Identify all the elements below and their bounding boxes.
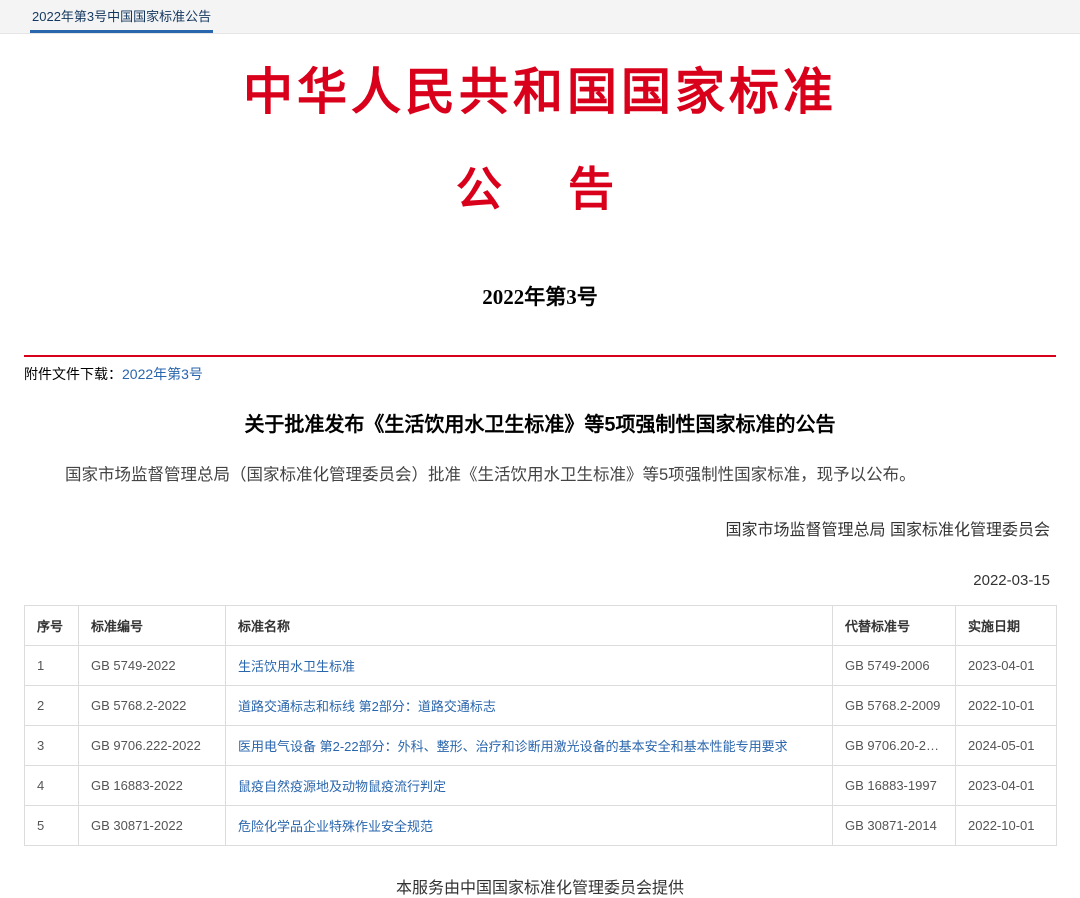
standard-link[interactable]: 道路交通标志和标线 第2部分：道路交通标志 bbox=[238, 699, 496, 714]
standard-link[interactable]: 医用电气设备 第2-22部分：外科、整形、治疗和诊断用激光设备的基本安全和基本性… bbox=[238, 739, 788, 754]
cell-effective: 2022-10-01 bbox=[956, 685, 1057, 725]
cell-replaces: GB 16883-1997 bbox=[833, 765, 956, 805]
cell-effective: 2023-04-01 bbox=[956, 765, 1057, 805]
announcement-page: 2022年第3号中国国家标准公告 中华人民共和国国家标准 公 告 2022年第3… bbox=[0, 0, 1080, 872]
cell-code: GB 16883-2022 bbox=[79, 765, 226, 805]
cell-seq: 2 bbox=[25, 685, 79, 725]
cell-seq: 4 bbox=[25, 765, 79, 805]
attachment-link[interactable]: 2022年第3号 bbox=[122, 366, 203, 382]
cell-name: 生活饮用水卫生标准 bbox=[226, 645, 833, 685]
cell-name: 危险化学品企业特殊作业安全规范 bbox=[226, 805, 833, 845]
footer-note: 本服务由中国国家标准化管理委员会提供 bbox=[0, 874, 1080, 898]
header-replaces: 代替标准号 bbox=[833, 605, 956, 645]
standard-link[interactable]: 危险化学品企业特殊作业安全规范 bbox=[238, 819, 433, 834]
attachment-row: 附件文件下载：2022年第3号 bbox=[24, 364, 1056, 384]
cell-seq: 1 bbox=[25, 645, 79, 685]
issue-number: 2022年第3号 bbox=[0, 281, 1080, 311]
header-seq: 序号 bbox=[25, 605, 79, 645]
cell-name: 医用电气设备 第2-22部分：外科、整形、治疗和诊断用激光设备的基本安全和基本性… bbox=[226, 725, 833, 765]
table-row: 5 GB 30871-2022 危险化学品企业特殊作业安全规范 GB 30871… bbox=[25, 805, 1057, 845]
cell-effective: 2022-10-01 bbox=[956, 805, 1057, 845]
publish-date: 2022-03-15 bbox=[0, 572, 1050, 589]
cell-replaces: GB 9706.20-2000 bbox=[833, 725, 956, 765]
standard-link[interactable]: 生活饮用水卫生标准 bbox=[238, 659, 355, 674]
cell-effective: 2024-05-01 bbox=[956, 725, 1057, 765]
table-row: 3 GB 9706.222-2022 医用电气设备 第2-22部分：外科、整形、… bbox=[25, 725, 1057, 765]
table-row: 1 GB 5749-2022 生活饮用水卫生标准 GB 5749-2006 20… bbox=[25, 645, 1057, 685]
header-effective: 实施日期 bbox=[956, 605, 1057, 645]
header-code: 标准编号 bbox=[79, 605, 226, 645]
cell-seq: 5 bbox=[25, 805, 79, 845]
standard-link[interactable]: 鼠疫自然疫源地及动物鼠疫流行判定 bbox=[238, 779, 446, 794]
tab-bar: 2022年第3号中国国家标准公告 bbox=[0, 0, 1080, 34]
tab-label: 2022年第3号中国国家标准公告 bbox=[32, 6, 211, 25]
cell-code: GB 5768.2-2022 bbox=[79, 685, 226, 725]
notice-title: 关于批准发布《生活饮用水卫生标准》等5项强制性国家标准的公告 bbox=[0, 408, 1080, 437]
document-title: 中华人民共和国国家标准 bbox=[0, 62, 1080, 122]
header-name: 标准名称 bbox=[226, 605, 833, 645]
cell-code: GB 5749-2022 bbox=[79, 645, 226, 685]
cell-code: GB 30871-2022 bbox=[79, 805, 226, 845]
issuer-line: 国家市场监督管理总局 国家标准化管理委员会 bbox=[0, 516, 1050, 540]
cell-code: GB 9706.222-2022 bbox=[79, 725, 226, 765]
cell-replaces: GB 30871-2014 bbox=[833, 805, 956, 845]
cell-name: 道路交通标志和标线 第2部分：道路交通标志 bbox=[226, 685, 833, 725]
standards-table: 序号 标准编号 标准名称 代替标准号 实施日期 1 GB 5749-2022 生… bbox=[24, 605, 1057, 846]
table-row: 2 GB 5768.2-2022 道路交通标志和标线 第2部分：道路交通标志 G… bbox=[25, 685, 1057, 725]
cell-seq: 3 bbox=[25, 725, 79, 765]
document-subtitle: 公 告 bbox=[0, 162, 1080, 217]
notice-body: 国家市场监督管理总局（国家标准化管理委员会）批准《生活饮用水卫生标准》等5项强制… bbox=[32, 463, 1048, 488]
cell-replaces: GB 5768.2-2009 bbox=[833, 685, 956, 725]
table-header-row: 序号 标准编号 标准名称 代替标准号 实施日期 bbox=[25, 605, 1057, 645]
red-divider bbox=[24, 355, 1056, 357]
cell-replaces: GB 5749-2006 bbox=[833, 645, 956, 685]
cell-name: 鼠疫自然疫源地及动物鼠疫流行判定 bbox=[226, 765, 833, 805]
table-row: 4 GB 16883-2022 鼠疫自然疫源地及动物鼠疫流行判定 GB 1688… bbox=[25, 765, 1057, 805]
tab-announcement[interactable]: 2022年第3号中国国家标准公告 bbox=[30, 0, 213, 33]
attachment-label: 附件文件下载： bbox=[24, 366, 122, 382]
cell-effective: 2023-04-01 bbox=[956, 645, 1057, 685]
